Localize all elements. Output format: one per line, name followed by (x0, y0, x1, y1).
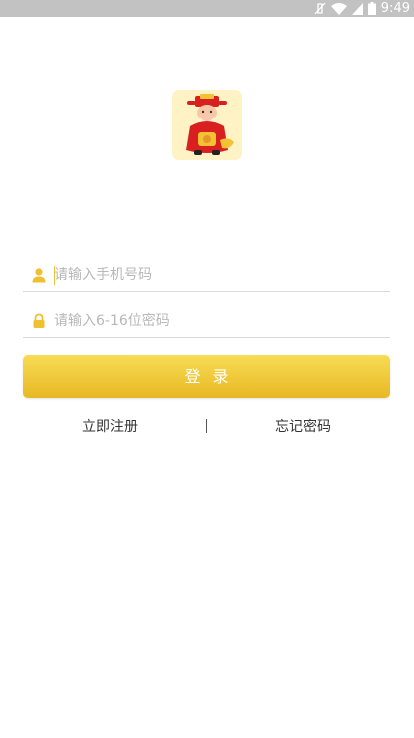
status-bar: 9:49 (0, 0, 414, 17)
signal-icon (351, 2, 363, 15)
forgot-password-link[interactable]: 忘记密码 (275, 418, 331, 436)
status-time: 9:49 (380, 1, 410, 16)
login-button[interactable]: 登录 (23, 355, 390, 398)
links-divider (206, 419, 207, 433)
phone-field[interactable] (23, 263, 390, 292)
app-logo (172, 90, 242, 160)
password-input[interactable] (54, 311, 374, 331)
vibrate-off-icon (314, 2, 326, 15)
status-icons: 9:49 (314, 0, 410, 17)
god-of-wealth-mascot-icon (186, 94, 234, 155)
password-field[interactable] (23, 309, 390, 338)
wifi-icon (330, 2, 347, 15)
lock-icon (33, 313, 45, 328)
user-icon (32, 268, 46, 283)
phone-input[interactable] (54, 265, 374, 285)
register-link[interactable]: 立即注册 (82, 418, 138, 436)
battery-icon (367, 2, 376, 15)
